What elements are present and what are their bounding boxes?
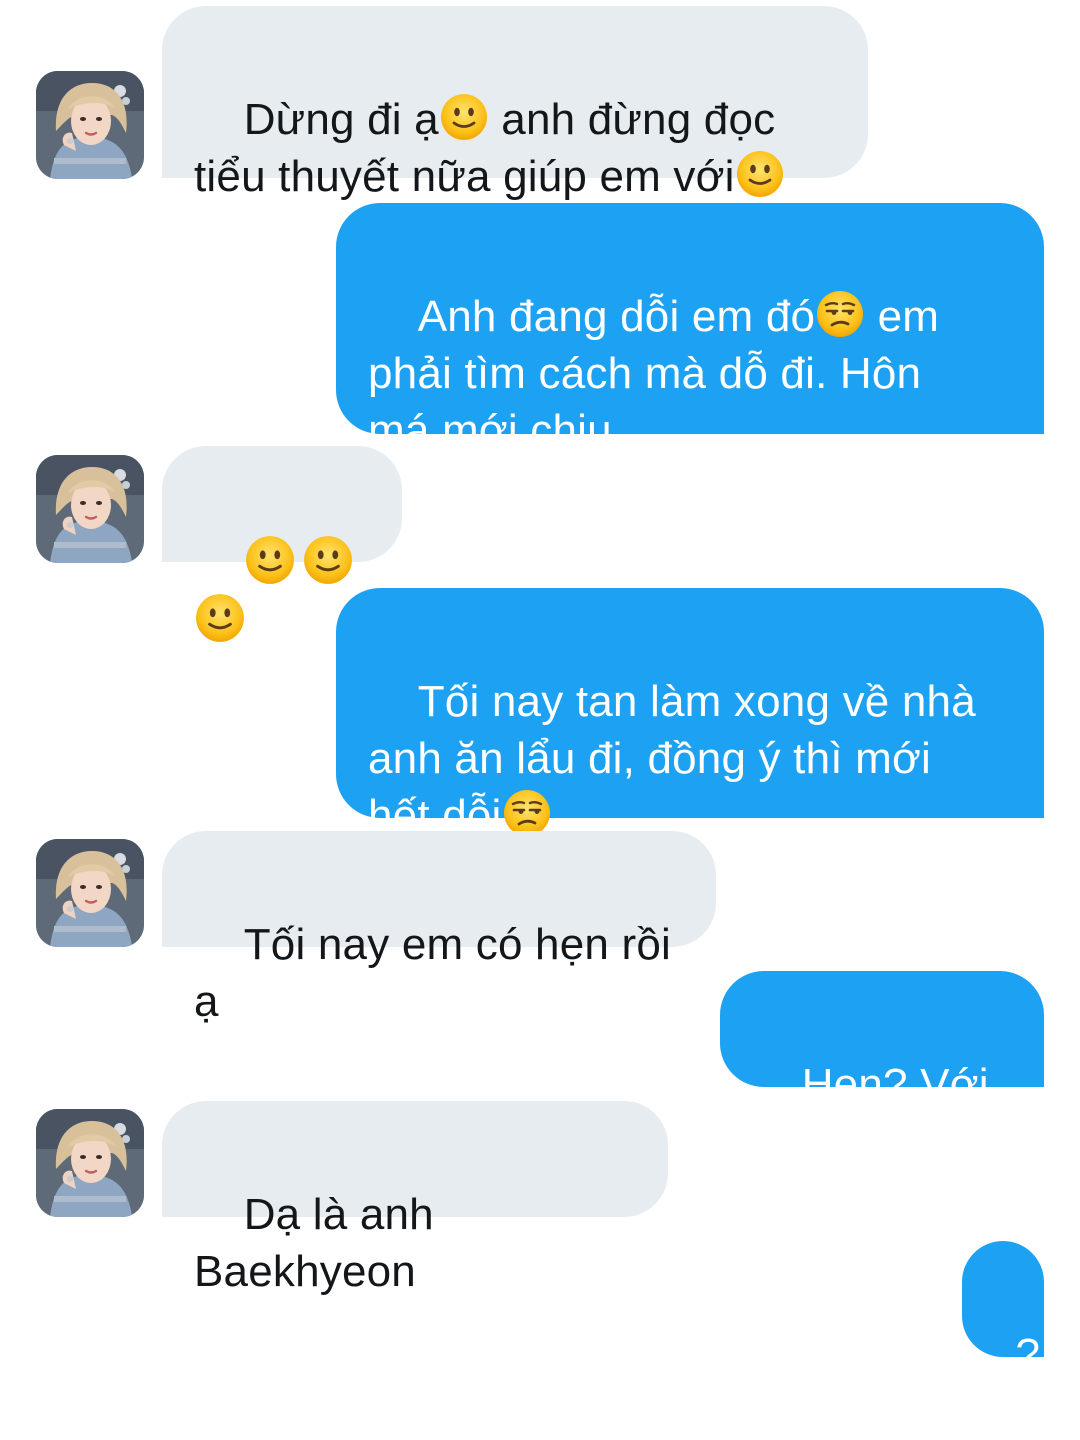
message-bubble-incoming[interactable]: Dừng đi ạ anh đừng đọc tiểu thuyết nữa g…: [162, 6, 868, 201]
message-text: anh đừng đọc: [501, 95, 776, 144]
message-text: Dừng đi ạ: [243, 95, 439, 144]
message-text: Tối nay em có hẹn rồi ạ: [194, 920, 684, 1026]
message-bubble-incoming[interactable]: Tối nay em có hẹn rồi ạ: [162, 831, 716, 1026]
avatar-photo: [36, 839, 144, 947]
message-text: em: [877, 292, 940, 341]
slightly-smiling-face-icon: [735, 149, 785, 199]
message-text: má mới chịu: [368, 406, 612, 455]
avatar-photo: [36, 71, 144, 179]
avatar-photo: [36, 455, 144, 563]
message-bubble-outgoing[interactable]: Hẹn? Với ai?: [720, 971, 1044, 1166]
message-bubble-outgoing[interactable]: Anh đang dỗi em đó em phải tìm cách mà d…: [336, 203, 1044, 455]
avatar[interactable]: [36, 455, 144, 563]
message-bubble-incoming[interactable]: Dạ là anh Baekhyeon: [162, 1101, 668, 1296]
slightly-smiling-face-icon: [302, 534, 354, 586]
slightly-smiling-face-icon: [439, 92, 489, 142]
message-text: ?: [1015, 1330, 1041, 1379]
slightly-smiling-face-icon: [244, 534, 296, 586]
avatar[interactable]: [36, 1109, 144, 1217]
message-text: anh ăn lẩu đi, đồng ý thì mới: [368, 734, 931, 783]
avatar-photo: [36, 1109, 144, 1217]
message-text: Dạ là anh Baekhyeon: [194, 1190, 447, 1296]
message-text: Hẹn? Với ai?: [752, 1060, 1002, 1166]
avatar[interactable]: [36, 71, 144, 179]
message-text: tiểu thuyết nữa giúp em với: [194, 152, 735, 201]
message-text: Tối nay tan làm xong về nhà: [417, 677, 976, 726]
unamused-face-icon: [815, 289, 865, 339]
message-bubble-incoming[interactable]: [162, 446, 402, 562]
avatar[interactable]: [36, 839, 144, 947]
message-text: phải tìm cách mà dỗ đi. Hôn: [368, 349, 922, 398]
message-text: Anh đang dỗi em đó: [417, 292, 816, 341]
message-bubble-outgoing[interactable]: ?: [962, 1241, 1044, 1379]
message-bubble-outgoing[interactable]: Tối nay tan làm xong về nhà anh ăn lẩu đ…: [336, 588, 1044, 840]
slightly-smiling-face-icon: [194, 592, 246, 644]
